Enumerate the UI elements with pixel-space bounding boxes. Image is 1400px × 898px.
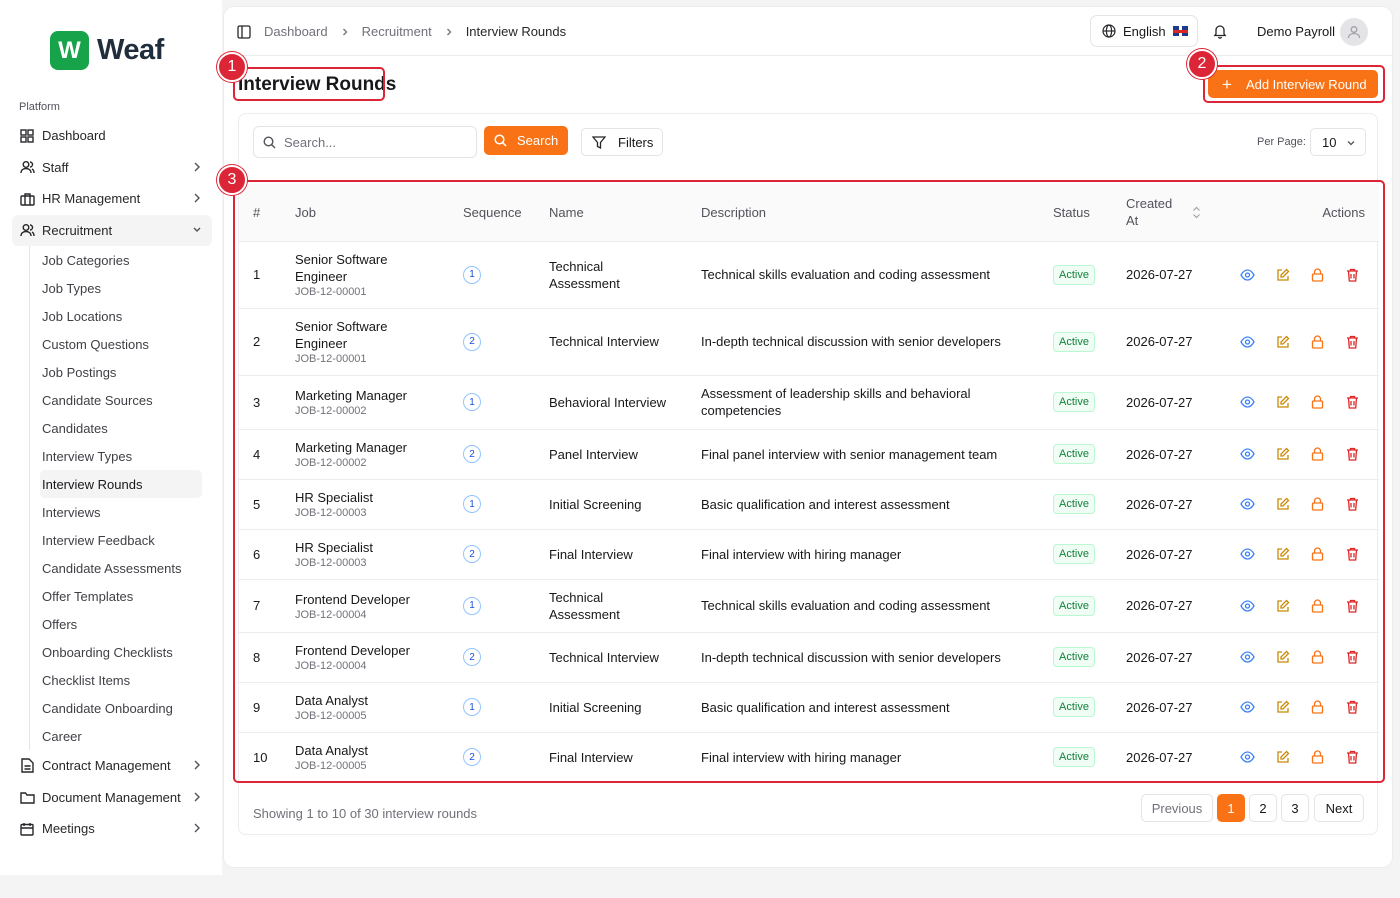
avatar[interactable] (1340, 18, 1368, 46)
pagination-summary: Showing 1 to 10 of 30 interview rounds (253, 806, 478, 821)
chevron-down-icon (1347, 141, 1355, 146)
sidebar-toggle-icon[interactable] (237, 24, 251, 39)
sidebar-item-label: Staff (42, 159, 69, 175)
chevron-right-icon (340, 27, 350, 37)
language-switcher[interactable]: English (1090, 15, 1198, 47)
breadcrumb-dashboard[interactable]: Dashboard (264, 24, 328, 39)
breadcrumb: Dashboard Recruitment Interview Rounds (237, 24, 566, 39)
annotation-highlight-table (233, 180, 1385, 783)
filters-button[interactable]: Filters (581, 128, 663, 156)
sidebar-subitem-interviews[interactable]: Interviews (40, 498, 202, 526)
breadcrumb-current: Interview Rounds (465, 24, 567, 39)
user-name[interactable]: Demo Payroll (1257, 24, 1335, 39)
sidebar-subitem-candidates[interactable]: Candidates (40, 414, 202, 442)
grid-icon (19, 128, 35, 144)
sidebar-item-label: Dashboard (42, 128, 106, 144)
sidebar-subitem-onboarding-checklists[interactable]: Onboarding Checklists (40, 638, 202, 666)
chevron-down-icon (193, 227, 201, 232)
uk-flag-icon (1172, 26, 1188, 36)
sidebar-item-meetings[interactable]: Meetings (12, 813, 212, 845)
sidebar-subitem-job-types[interactable]: Job Types (40, 274, 202, 302)
search-button[interactable]: Search (484, 126, 568, 155)
search-input[interactable] (284, 134, 464, 150)
annotation-marker-3: 3 (217, 165, 247, 195)
per-page-value: 10 (1322, 134, 1337, 150)
chevron-right-icon (194, 823, 200, 833)
filter-icon (592, 135, 606, 149)
file-icon (19, 758, 35, 774)
annotation-highlight-add-button (1203, 65, 1385, 103)
globe-icon (1102, 24, 1116, 38)
users-icon (19, 222, 35, 238)
bell-icon[interactable] (1212, 23, 1228, 39)
sidebar-item-label: Document Management (42, 789, 181, 805)
logo-mark: W (50, 31, 89, 70)
annotation-highlight-title (233, 67, 385, 101)
sidebar-subitem-offer-templates[interactable]: Offer Templates (40, 582, 202, 610)
sidebar-item-document-management[interactable]: Document Management (12, 782, 212, 814)
per-page-label: Per Page: (1257, 136, 1306, 148)
sidebar-subitem-candidate-onboarding[interactable]: Candidate Onboarding (40, 694, 202, 722)
sidebar-subitem-offers[interactable]: Offers (40, 610, 202, 638)
sidebar-section-label: Platform (19, 101, 60, 113)
chevron-right-icon (194, 760, 200, 770)
chevron-right-icon (194, 792, 200, 801)
chevron-right-icon (194, 162, 200, 171)
filter-bar: Search Filters Per Page: 10 (239, 114, 1379, 174)
page-button-1[interactable]: 1 (1217, 794, 1245, 822)
user-icon (1347, 26, 1361, 39)
sidebar-nav: Dashboard Staff HR Management Recruitmen… (12, 120, 212, 845)
per-page-select[interactable]: 10 (1310, 128, 1366, 156)
sidebar-subitem-career[interactable]: Career (40, 722, 202, 750)
sidebar-subitem-job-postings[interactable]: Job Postings (40, 358, 202, 386)
filters-button-label: Filters (618, 134, 654, 150)
sidebar-subitem-checklist-items[interactable]: Checklist Items (40, 666, 202, 694)
sidebar-subitem-interview-rounds[interactable]: Interview Rounds (40, 470, 202, 498)
sidebar-subitem-job-categories[interactable]: Job Categories (40, 246, 202, 274)
calendar-icon (19, 821, 35, 837)
sidebar-item-recruitment[interactable]: Recruitment (12, 214, 212, 246)
language-label: English (1123, 23, 1166, 39)
sidebar-subitem-interview-types[interactable]: Interview Types (40, 442, 202, 470)
users-icon (19, 159, 35, 175)
search-button-label: Search (517, 133, 559, 148)
briefcase-icon (19, 191, 35, 207)
folder-icon (19, 789, 35, 805)
sidebar-item-hr-management[interactable]: HR Management (12, 183, 212, 215)
sidebar-subitem-candidate-sources[interactable]: Candidate Sources (40, 386, 202, 414)
logo[interactable]: W Weaf (50, 31, 164, 70)
sidebar: W Weaf Platform Dashboard Staff HR Manag… (0, 0, 222, 875)
recruitment-subnav: Job Categories Job Types Job Locations C… (29, 246, 212, 750)
search-box (253, 126, 477, 158)
sidebar-item-label: HR Management (42, 191, 141, 207)
page-button-2[interactable]: 2 (1249, 794, 1277, 822)
search-icon (494, 134, 507, 147)
pagination: Previous 1 2 3 Next (1137, 794, 1364, 822)
sidebar-item-label: Meetings (42, 821, 95, 837)
search-icon (263, 135, 276, 148)
next-page-button[interactable]: Next (1314, 794, 1364, 822)
sidebar-subitem-candidate-assessments[interactable]: Candidate Assessments (40, 554, 202, 582)
sidebar-item-label: Recruitment (42, 222, 113, 238)
chevron-right-icon (444, 27, 454, 37)
sidebar-item-contract-management[interactable]: Contract Management (12, 750, 212, 782)
breadcrumb-recruitment[interactable]: Recruitment (362, 24, 432, 39)
annotation-marker-1: 1 (217, 52, 247, 82)
annotation-marker-2: 2 (1187, 49, 1217, 79)
topbar: Dashboard Recruitment Interview Rounds E… (224, 7, 1392, 56)
sidebar-subitem-custom-questions[interactable]: Custom Questions (40, 330, 202, 358)
sidebar-item-label: Contract Management (42, 758, 171, 774)
sidebar-subitem-job-locations[interactable]: Job Locations (40, 302, 202, 330)
previous-page-button[interactable]: Previous (1141, 794, 1213, 822)
logo-text: Weaf (97, 34, 164, 66)
chevron-right-icon (194, 193, 200, 203)
sidebar-subitem-interview-feedback[interactable]: Interview Feedback (40, 526, 202, 554)
sidebar-item-staff[interactable]: Staff (12, 152, 212, 184)
sidebar-item-dashboard[interactable]: Dashboard (12, 120, 212, 152)
page-button-3[interactable]: 3 (1281, 794, 1309, 822)
